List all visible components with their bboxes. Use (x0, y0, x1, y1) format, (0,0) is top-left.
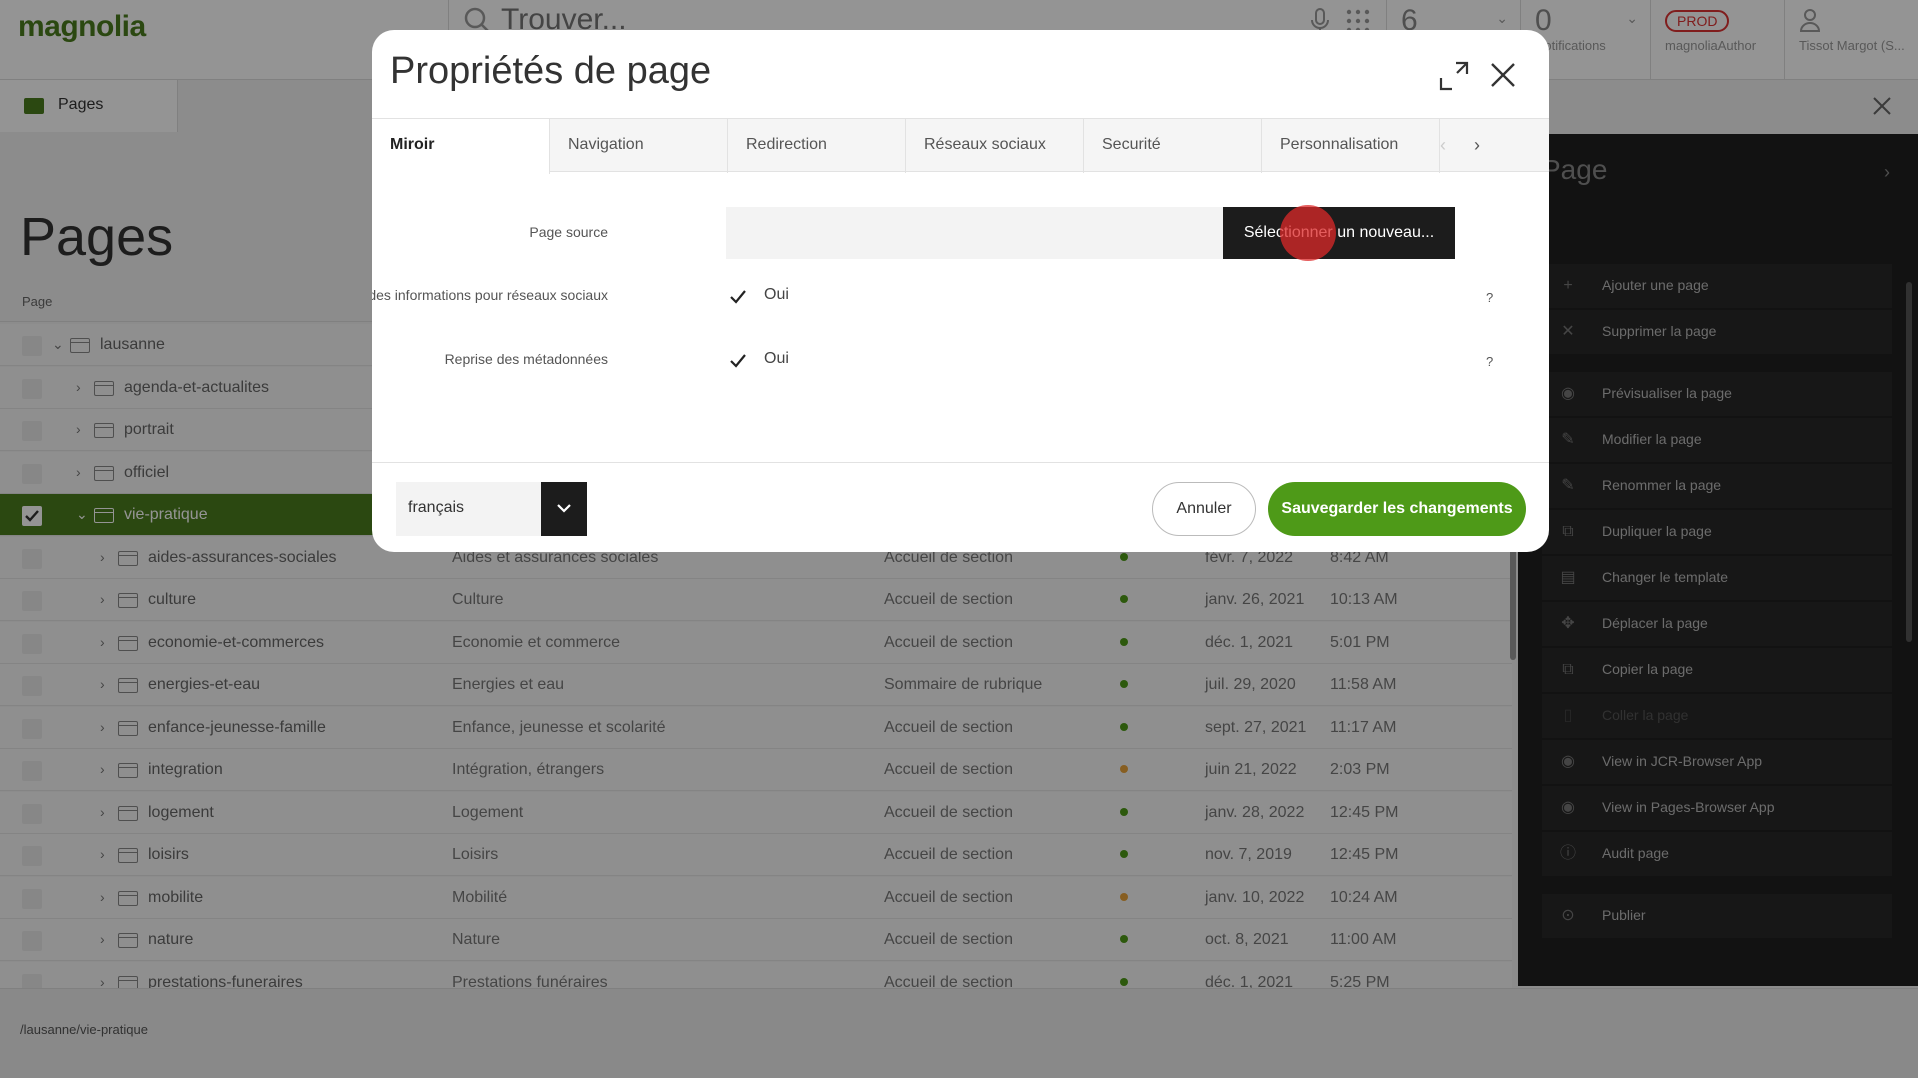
page-source-input[interactable] (726, 207, 1226, 259)
tab-label: Securité (1102, 136, 1161, 153)
help-icon[interactable]: ? (1486, 290, 1493, 305)
language-dropdown-toggle[interactable] (541, 482, 587, 536)
language-value: français (408, 499, 465, 516)
language-select[interactable]: français (396, 482, 541, 536)
chevron-down-icon (557, 504, 571, 513)
social-reuse-checkbox[interactable] (729, 288, 747, 306)
social-reuse-value: Oui (764, 286, 789, 303)
tab-label: Redirection (746, 136, 827, 153)
expand-icon[interactable] (1438, 60, 1470, 92)
tab-label: Miroir (390, 136, 435, 153)
tab-label: Personnalisation (1280, 136, 1399, 153)
social-reuse-label: Reprise des informations pour réseaux so… (372, 287, 608, 303)
metadata-reuse-value: Oui (764, 350, 789, 367)
page-source-label: Page source (529, 224, 608, 240)
dialog-tabs: Miroir Navigation Redirection Réseaux socia… (372, 118, 1549, 174)
tab-0[interactable]: Miroir (372, 119, 550, 174)
tab-label: Navigation (568, 136, 644, 153)
tab-1[interactable]: Navigation (550, 119, 728, 173)
dialog-title: Propriétés de page (390, 50, 712, 92)
cancel-button[interactable]: Annuler (1152, 482, 1256, 536)
tab-3[interactable]: Réseaux sociaux (906, 119, 1084, 173)
metadata-reuse-label: Reprise des métadonnées (444, 351, 608, 367)
tab-5[interactable]: Personnalisation (1262, 119, 1440, 173)
close-icon[interactable] (1488, 60, 1518, 90)
tab-4[interactable]: Securité (1084, 119, 1262, 173)
tabs-scroll-left-icon[interactable]: ‹ (1440, 135, 1446, 156)
page-properties-dialog: Propriétés de page Miroir Navigation Redir… (372, 30, 1549, 552)
help-icon[interactable]: ? (1486, 354, 1493, 369)
select-new-button[interactable]: Sélectionner un nouveau... (1223, 207, 1455, 259)
metadata-reuse-checkbox[interactable] (729, 352, 747, 370)
save-changes-button[interactable]: Sauvegarder les changements (1268, 482, 1526, 536)
tab-2[interactable]: Redirection (728, 119, 906, 173)
tab-label: Réseaux sociaux (924, 136, 1046, 153)
tabs-scroll-right-icon[interactable]: › (1474, 135, 1480, 156)
